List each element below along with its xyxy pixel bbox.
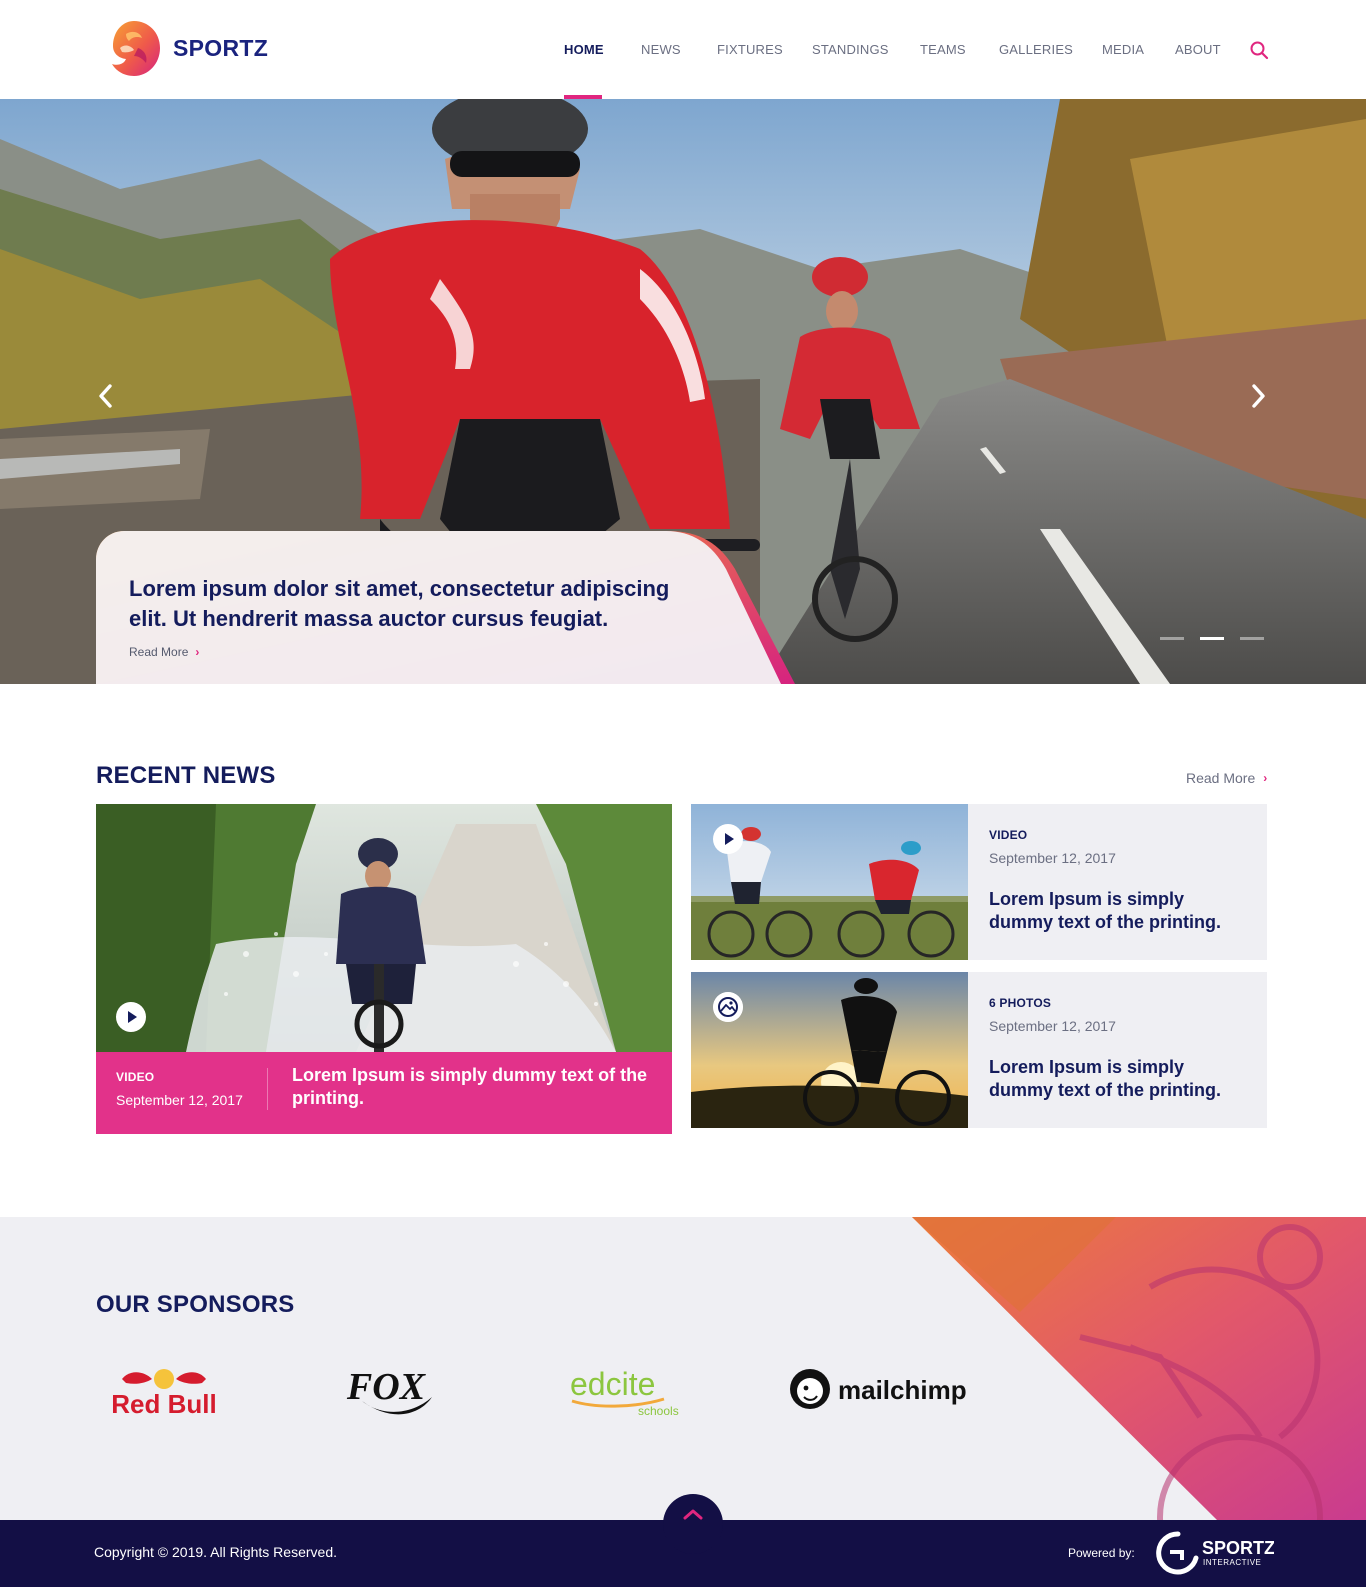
edcite-logo[interactable]: edcite schools	[568, 1357, 688, 1421]
hero-read-more-link[interactable]: Read More ›	[129, 645, 199, 659]
slider-dot-3[interactable]	[1240, 637, 1264, 640]
nav-item-about[interactable]: ABOUT	[1175, 42, 1221, 57]
news-card-gallery[interactable]: 6 PHOTOS September 12, 2017 Lorem Ipsum …	[691, 972, 1267, 1128]
featured-news-date: September 12, 2017	[116, 1092, 243, 1108]
mailchimp-logo-image: mailchimp	[790, 1369, 967, 1409]
nav-item-news[interactable]: NEWS	[641, 42, 681, 57]
edcite-logo-sub: schools	[638, 1404, 679, 1418]
fox-logo-text: FOX	[346, 1366, 427, 1408]
sportz-interactive-logo[interactable]: SPORTZ INTERACTIVE	[1156, 1530, 1274, 1576]
sponsors-section: OUR SPONSORS Red Bull FOX edcite schools…	[0, 1217, 1366, 1520]
edcite-logo-image: edcite schools	[570, 1366, 679, 1418]
fox-logo-image: FOX	[346, 1366, 432, 1415]
edcite-logo-text: edcite	[570, 1366, 655, 1402]
gallery-icon[interactable]	[713, 992, 743, 1022]
news-headline[interactable]: Lorem Ipsum is simply dummy text of the …	[989, 888, 1239, 934]
main-nav: HOME NEWS FIXTURES STANDINGS TEAMS GALLE…	[0, 0, 1366, 99]
news-headline[interactable]: Lorem Ipsum is simply dummy text of the …	[989, 1056, 1239, 1102]
nav-item-teams[interactable]: TEAMS	[920, 42, 966, 57]
site-header: SPORTZ HOME NEWS FIXTURES STANDINGS TEAM…	[0, 0, 1366, 99]
featured-news-headline[interactable]: Lorem Ipsum is simply dummy text of the …	[292, 1064, 652, 1110]
caption-divider	[267, 1068, 268, 1110]
redbull-logo-text: Red Bull	[111, 1389, 216, 1419]
nav-item-fixtures[interactable]: FIXTURES	[717, 42, 783, 57]
redbull-logo[interactable]: Red Bull	[108, 1357, 220, 1421]
news-date: September 12, 2017	[989, 850, 1116, 866]
news-date: September 12, 2017	[989, 1018, 1116, 1034]
news-type: VIDEO	[989, 828, 1028, 842]
nav-item-galleries[interactable]: GALLERIES	[999, 42, 1073, 57]
hero-read-more-label: Read More	[129, 645, 189, 659]
hero-caption: Lorem ipsum dolor sit amet, consectetur …	[129, 574, 689, 661]
mailchimp-logo-text: mailchimp	[838, 1375, 967, 1405]
nav-item-media[interactable]: MEDIA	[1102, 42, 1144, 57]
nav-item-home[interactable]: HOME	[564, 42, 604, 57]
recent-news-title: RECENT NEWS	[96, 762, 276, 789]
powered-by-label: Powered by:	[1068, 1546, 1135, 1560]
featured-news-type: VIDEO	[116, 1070, 155, 1084]
recent-news-read-more-link[interactable]: Read More ›	[1186, 770, 1267, 786]
nav-item-standings[interactable]: STANDINGS	[812, 42, 889, 57]
hero-title: Lorem ipsum dolor sit amet, consectetur …	[129, 576, 670, 631]
featured-news-meta: VIDEO September 12, 2017	[116, 1070, 243, 1108]
copyright-text: Copyright © 2019. All Rights Reserved.	[94, 1544, 337, 1560]
chevron-up-icon	[683, 1509, 703, 1520]
recent-news-read-more-label: Read More	[1186, 770, 1256, 786]
footer-logo-text: SPORTZ	[1202, 1538, 1274, 1558]
chevron-right-icon[interactable]	[1246, 382, 1270, 410]
featured-cyclist-splash-image	[96, 804, 672, 1052]
fox-logo[interactable]: FOX	[332, 1357, 442, 1421]
news-type: 6 PHOTOS	[989, 996, 1052, 1010]
chevron-right-icon: ›	[195, 645, 200, 659]
footer-logo-subtext: INTERACTIVE	[1203, 1558, 1261, 1567]
play-icon[interactable]	[713, 824, 743, 854]
featured-news-caption: VIDEO September 12, 2017 Lorem Ipsum is …	[96, 1052, 672, 1134]
news-card-video[interactable]: VIDEO September 12, 2017 Lorem Ipsum is …	[691, 804, 1267, 960]
back-to-top-button[interactable]	[663, 1494, 723, 1554]
sponsors-title: OUR SPONSORS	[96, 1291, 295, 1318]
hero-slider: Lorem ipsum dolor sit amet, consectetur …	[0, 99, 1366, 684]
featured-news-card[interactable]: VIDEO September 12, 2017 Lorem Ipsum is …	[96, 804, 672, 1134]
mailchimp-logo[interactable]: mailchimp	[788, 1357, 972, 1421]
chevron-right-icon: ›	[1263, 771, 1268, 785]
slider-dot-2[interactable]	[1200, 637, 1224, 640]
redbull-logo-image: Red Bull	[111, 1369, 217, 1419]
slider-pagination	[1160, 637, 1264, 640]
slider-dot-1[interactable]	[1160, 637, 1184, 640]
play-icon[interactable]	[116, 1002, 146, 1032]
chevron-left-icon[interactable]	[94, 382, 118, 410]
search-icon[interactable]	[1249, 40, 1269, 60]
